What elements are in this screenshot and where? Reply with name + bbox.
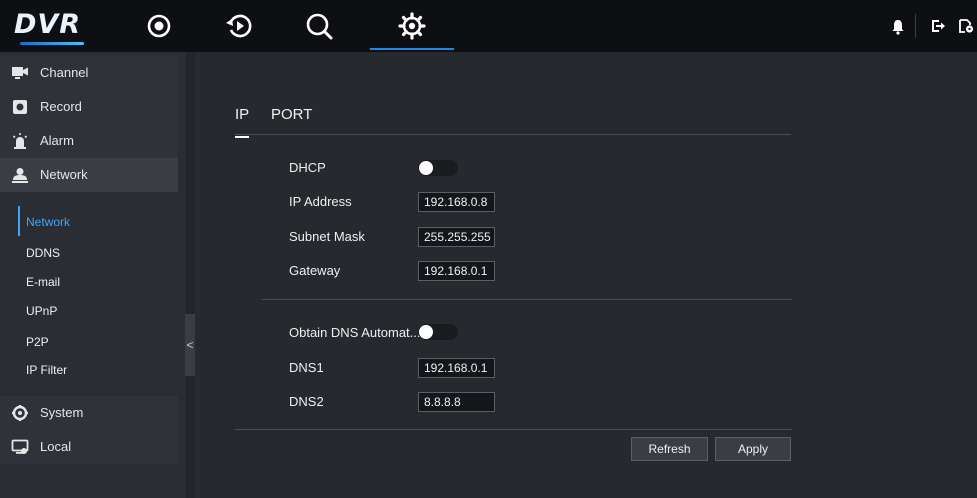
sidebar-item-alarm[interactable]: Alarm [0, 124, 178, 158]
dns2-field[interactable]: 8.8.8.8 [418, 392, 495, 412]
alarm-icon [11, 132, 29, 150]
gateway-label: Gateway [289, 263, 341, 278]
submenu-item-ip-filter[interactable]: IP Filter [26, 363, 67, 377]
network-icon [11, 166, 29, 184]
obtain-dns-label: Obtain DNS Automat... [289, 325, 421, 340]
sidebar-item-system[interactable]: System [0, 396, 178, 430]
ip-address-field[interactable]: 192.168.0.8 [418, 192, 495, 212]
sidebar-collapse-handle[interactable]: < [185, 314, 195, 376]
tab-ip[interactable]: IP [235, 106, 249, 123]
logout-icon[interactable] [930, 14, 946, 38]
sidebar-item-record[interactable]: Record [0, 90, 178, 124]
local-icon [11, 438, 29, 456]
system-icon [11, 404, 29, 422]
dns1-label: DNS1 [289, 360, 324, 375]
sidebar-item-network[interactable]: Network [0, 158, 178, 192]
toggle-knob [419, 161, 433, 175]
logo-swoosh [20, 42, 84, 45]
submenu-item-ddns[interactable]: DDNS [26, 246, 60, 260]
settings-icon[interactable] [395, 9, 429, 43]
sidebar-item-label: Alarm [40, 133, 74, 148]
record-icon [11, 98, 29, 116]
submenu-active-bar [18, 206, 20, 236]
channel-icon [11, 64, 29, 82]
gateway-field[interactable]: 192.168.0.1 [418, 261, 495, 281]
sidebar-item-label: System [40, 405, 84, 420]
obtain-dns-toggle[interactable] [418, 324, 458, 340]
sidebar-item-channel[interactable]: Channel [0, 56, 178, 90]
playback-icon[interactable] [222, 9, 256, 43]
submenu-item-upnp[interactable]: UPnP [26, 304, 57, 318]
subnet-mask-label: Subnet Mask [289, 229, 365, 244]
refresh-button[interactable]: Refresh [631, 437, 708, 461]
search-icon[interactable] [302, 9, 336, 43]
subnet-mask-field[interactable]: 255.255.255 [418, 227, 495, 247]
sidebar-item-local[interactable]: Local [0, 430, 178, 464]
dhcp-toggle[interactable] [418, 160, 458, 176]
toggle-knob [419, 325, 433, 339]
footer-divider [235, 429, 792, 430]
tabs-divider [235, 134, 791, 135]
section-divider [262, 299, 792, 300]
submenu-item-network[interactable]: Network [26, 215, 70, 229]
main-content: IP PORT DHCP IP Address 192.168.0.8 Subn… [195, 52, 977, 498]
tab-port[interactable]: PORT [271, 106, 312, 123]
sidebar-item-label: Record [40, 99, 82, 114]
sidebar-item-label: Local [40, 439, 72, 454]
dns1-field[interactable]: 192.168.0.1 [418, 358, 495, 378]
sidebar-item-label: Network [40, 167, 88, 182]
sidebar-item-label: Channel [40, 65, 89, 80]
apply-button[interactable]: Apply [715, 437, 791, 461]
active-nav-underline [370, 48, 454, 50]
top-divider [915, 14, 916, 38]
lock-icon[interactable] [957, 14, 975, 38]
sidebar: Channel Record Alarm Network Network DDN… [0, 52, 186, 498]
dvr-logo: DVR [14, 9, 82, 40]
active-tab-underline [235, 136, 249, 138]
bell-icon[interactable] [890, 14, 906, 38]
top-bar: DVR [0, 0, 977, 52]
submenu-item-email[interactable]: E-mail [26, 275, 60, 289]
live-view-icon[interactable] [142, 9, 176, 43]
ip-address-label: IP Address [289, 194, 352, 209]
dhcp-label: DHCP [289, 160, 326, 175]
dns2-label: DNS2 [289, 394, 324, 409]
submenu-item-p2p[interactable]: P2P [26, 335, 49, 349]
